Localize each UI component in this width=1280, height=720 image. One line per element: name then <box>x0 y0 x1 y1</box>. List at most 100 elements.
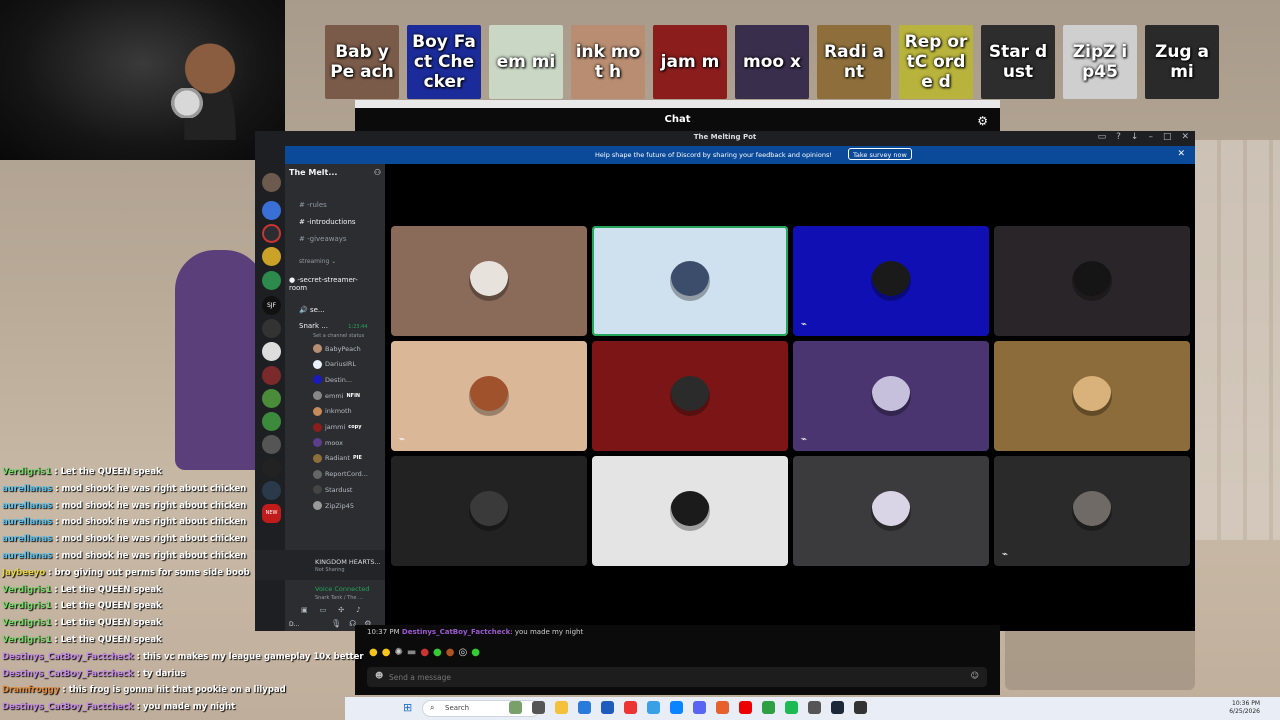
voice-member[interactable]: BabyPeach <box>313 344 361 353</box>
channel-secret-streamer-room[interactable]: ● -secret-streamer-room <box>289 276 369 292</box>
edge-icon[interactable] <box>647 701 660 714</box>
category-streaming[interactable]: streaming ⌄ <box>299 258 336 265</box>
server-icon[interactable]: SJF <box>262 296 281 315</box>
video-tile[interactable] <box>994 226 1190 336</box>
server-icon[interactable] <box>262 319 281 338</box>
voice-member[interactable]: DariusIRL <box>313 359 356 369</box>
emote[interactable]: ● <box>420 647 429 658</box>
voice-member[interactable]: ReportCord... <box>313 469 368 479</box>
settings-icon[interactable] <box>808 701 821 714</box>
server-icon[interactable] <box>262 366 281 385</box>
close-icon[interactable]: ✕ <box>1181 132 1189 142</box>
store-icon[interactable] <box>601 701 614 714</box>
chat-username[interactable]: Verdigris1 <box>2 585 51 595</box>
chat-username[interactable]: aurellanas <box>2 551 52 561</box>
chat-username[interactable]: aurellanas <box>2 501 52 511</box>
voice-member[interactable]: Stardust <box>313 485 352 495</box>
server-icon[interactable] <box>262 201 281 220</box>
voice-member[interactable]: Radiant PIE <box>313 453 362 463</box>
voice-member[interactable]: ZipZip45 <box>313 501 354 510</box>
download-icon[interactable]: ↓ <box>1131 132 1139 142</box>
steam-icon[interactable] <box>831 701 844 714</box>
server-icon[interactable] <box>262 224 281 243</box>
video-tile[interactable]: ⌁ <box>793 341 989 451</box>
inbox-icon[interactable]: ▭ <box>1098 132 1107 142</box>
spotify-icon[interactable] <box>785 701 798 714</box>
video-tile[interactable] <box>592 341 788 451</box>
chat-username[interactable]: Verdigris1 <box>2 635 51 645</box>
video-icon[interactable]: ▣ <box>301 606 308 614</box>
voice-member[interactable]: jammi copy <box>313 422 362 432</box>
video-tile[interactable] <box>391 456 587 566</box>
opera-icon[interactable] <box>624 701 637 714</box>
app-icon[interactable] <box>854 701 867 714</box>
chat-username[interactable]: Dramfroggy <box>2 685 59 695</box>
voice-user-self[interactable]: Snark ... 1:23:44 <box>299 322 368 330</box>
chat-username[interactable]: Destinys_CatBoy_Factcheck <box>2 669 134 679</box>
maximize-icon[interactable]: □ <box>1163 132 1172 142</box>
server-icon[interactable] <box>262 173 281 192</box>
help-icon[interactable]: ? <box>1116 132 1121 142</box>
chat-username[interactable]: aurellanas <box>2 517 52 527</box>
server-icon[interactable] <box>262 412 281 431</box>
voice-member[interactable]: emmi NFIN <box>313 391 360 401</box>
emote[interactable]: ● <box>446 647 455 658</box>
emote[interactable]: ● <box>382 647 391 658</box>
video-tile[interactable]: ⌁ <box>391 341 587 451</box>
send-message-input[interactable] <box>389 671 949 683</box>
server-icon[interactable] <box>262 389 281 408</box>
new-server-badge[interactable]: NEW <box>262 504 281 523</box>
banner-close-icon[interactable]: ✕ <box>1177 149 1185 159</box>
app-icon[interactable] <box>509 701 522 714</box>
user-name[interactable]: D... <box>289 621 299 628</box>
video-tile[interactable] <box>592 456 788 566</box>
mic-icon[interactable]: 🎙 <box>331 619 341 628</box>
video-tile[interactable]: ⌁ <box>994 456 1190 566</box>
address-bar[interactable] <box>355 100 1000 108</box>
channel-rules[interactable]: # -rules <box>299 201 327 209</box>
chat-username[interactable]: Verdigris1 <box>2 601 51 611</box>
discord-icon[interactable] <box>693 701 706 714</box>
voice-channel[interactable]: 🔊 se... <box>299 306 325 314</box>
app-icon[interactable] <box>762 701 775 714</box>
emoji-icon[interactable]: ☻ <box>375 671 383 680</box>
minimize-icon[interactable]: – <box>1148 132 1153 142</box>
video-tile[interactable]: ⌁ <box>793 226 989 336</box>
chat-username[interactable]: aurellanas <box>2 484 52 494</box>
chat-settings-icon[interactable]: ⚙ <box>977 114 988 128</box>
emote[interactable]: ✺ <box>394 647 402 658</box>
emote[interactable]: ● <box>433 647 442 658</box>
server-icon[interactable] <box>262 458 281 477</box>
server-icon[interactable] <box>262 435 281 454</box>
soundboard-icon[interactable]: ♪ <box>356 606 360 614</box>
app-icon[interactable] <box>670 701 683 714</box>
server-icon[interactable] <box>262 481 281 500</box>
server-icon[interactable] <box>262 247 281 266</box>
firefox-icon[interactable] <box>716 701 729 714</box>
browser-icon[interactable] <box>578 701 591 714</box>
channel-status[interactable]: Set a channel status <box>313 333 364 339</box>
emote-picker-icon[interactable]: ☺ <box>971 671 979 680</box>
chat-username[interactable]: Verdigris1 <box>2 467 51 477</box>
video-tile[interactable] <box>592 226 788 336</box>
chat-username[interactable]: Destinys_CatBoy_Factcheck <box>2 652 134 662</box>
emote[interactable]: ◎ <box>459 647 468 658</box>
emote[interactable]: ▬ <box>407 647 416 658</box>
video-tile[interactable] <box>994 341 1190 451</box>
task-view-icon[interactable] <box>532 701 545 714</box>
chat-username[interactable]: aurellanas <box>2 534 52 544</box>
file-explorer-icon[interactable] <box>555 701 568 714</box>
emote[interactable]: ● <box>369 647 378 658</box>
emote[interactable]: ● <box>471 647 480 658</box>
server-header[interactable]: The Melt... ⚇ <box>289 168 381 177</box>
youtube-icon[interactable] <box>739 701 752 714</box>
voice-member[interactable]: Destin... <box>313 375 352 385</box>
chat-username[interactable]: Verdigris1 <box>2 618 51 628</box>
system-clock[interactable]: 10:36 PM 6/25/2026 <box>1229 700 1260 716</box>
take-survey-button[interactable]: Take survey now <box>848 148 912 160</box>
voice-member[interactable]: inkmoth <box>313 406 352 416</box>
channel-introductions[interactable]: # -introductions <box>299 218 356 226</box>
add-member-icon[interactable]: ⚇ <box>374 168 381 177</box>
voice-member[interactable]: moox <box>313 438 343 448</box>
windows-start-icon[interactable]: ⊞ <box>403 701 412 714</box>
